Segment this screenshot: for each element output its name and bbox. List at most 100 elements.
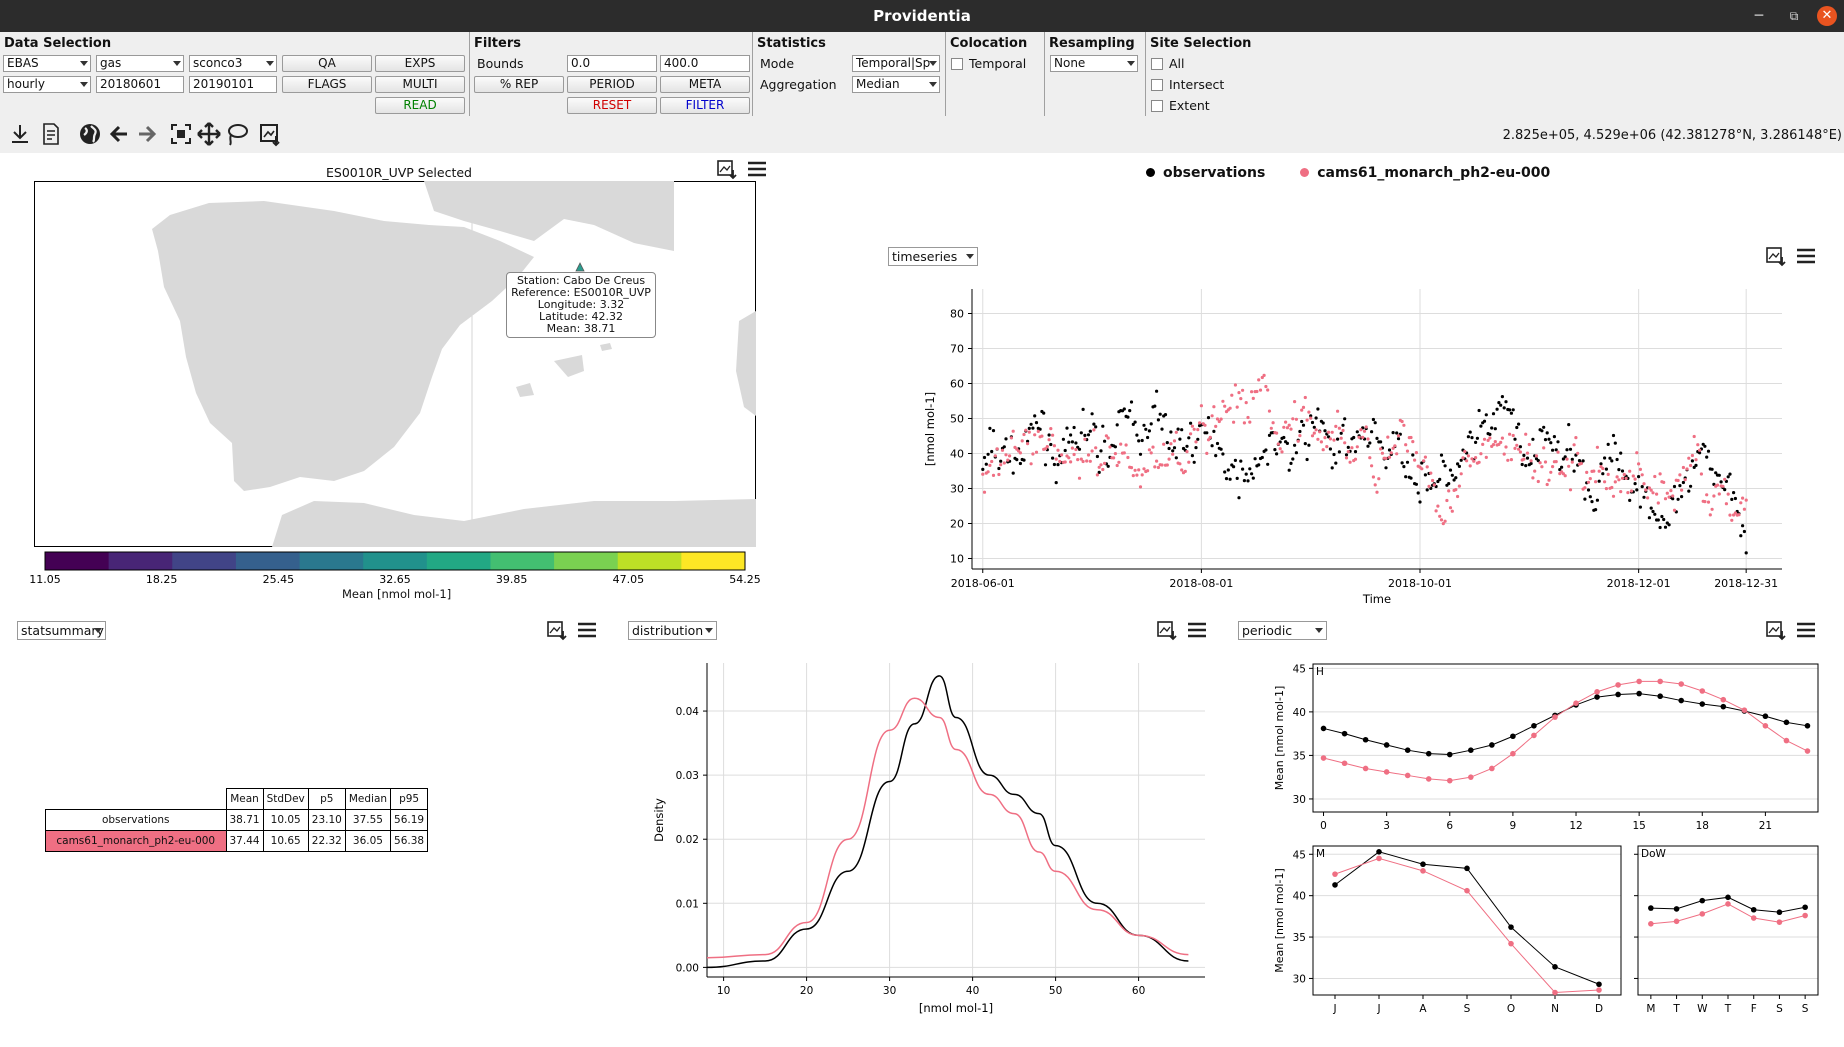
periodic-month-point bbox=[1332, 871, 1338, 877]
periodic-hour-x-tick-label: 15 bbox=[1632, 820, 1645, 832]
timeseries-point bbox=[1332, 452, 1336, 457]
periodic-hour-point bbox=[1383, 742, 1390, 748]
end-date-input[interactable]: 20190101 bbox=[189, 76, 277, 93]
map-menu-icon[interactable] bbox=[745, 158, 769, 180]
periodic-hour-point bbox=[1362, 765, 1369, 772]
read-button[interactable]: READ bbox=[375, 97, 465, 114]
close-button[interactable]: ✕ bbox=[1817, 6, 1837, 26]
timeseries-point bbox=[1651, 491, 1655, 495]
periodic-dow-panel-label: DoW bbox=[1641, 848, 1667, 860]
timeseries-point bbox=[1194, 440, 1198, 444]
reset-button[interactable]: RESET bbox=[567, 97, 657, 114]
site-extent-checkbox[interactable] bbox=[1151, 100, 1163, 112]
start-date-input[interactable]: 20180601 bbox=[96, 76, 184, 93]
periodic-hour-y-tick-label: 40 bbox=[1293, 707, 1306, 719]
distribution-save-figure-icon[interactable] bbox=[1155, 619, 1179, 641]
timeseries-point bbox=[1495, 407, 1499, 411]
timeseries-point bbox=[1022, 432, 1026, 437]
globe-icon[interactable] bbox=[76, 120, 104, 148]
period-button[interactable]: PERIOD bbox=[567, 76, 657, 93]
timeseries-point bbox=[1723, 488, 1727, 492]
qa-button[interactable]: QA bbox=[282, 55, 372, 72]
timeseries-menu-icon[interactable] bbox=[1794, 245, 1818, 267]
periodic-hour-point bbox=[1594, 689, 1600, 695]
timeseries-point bbox=[1370, 430, 1374, 434]
bound-high-input[interactable]: 400.0 bbox=[660, 55, 750, 72]
timeseries-point bbox=[1162, 442, 1166, 446]
periodic-menu-icon[interactable] bbox=[1794, 619, 1818, 641]
rep-button[interactable]: % REP bbox=[474, 76, 564, 93]
distribution-menu-icon[interactable] bbox=[1185, 619, 1209, 641]
back-arrow-icon[interactable] bbox=[105, 120, 133, 148]
matrix-combo[interactable]: gas bbox=[96, 55, 184, 72]
bound-low-input[interactable]: 0.0 bbox=[567, 55, 657, 72]
timeseries-point bbox=[1056, 463, 1060, 467]
timeseries-point bbox=[1052, 444, 1056, 448]
timeseries-point bbox=[1095, 473, 1099, 477]
aggregation-combo[interactable]: Median bbox=[852, 76, 940, 93]
zoom-icon[interactable] bbox=[167, 120, 195, 148]
distribution-chart[interactable]: 0.00 0.01 0.02 0.03 0.04 10 20 30 40 50 60 [nmol mo… bbox=[645, 655, 1225, 1025]
resampling-combo[interactable]: None bbox=[1050, 55, 1138, 72]
report-icon[interactable] bbox=[37, 120, 65, 148]
timeseries-point bbox=[1174, 430, 1178, 434]
download-icon[interactable] bbox=[6, 120, 34, 148]
periodic-selector[interactable]: periodic bbox=[1238, 621, 1327, 640]
periodic-chart[interactable]: 30 35 40 45 H 0 3 6 9 12 15 18 21 Mean [nmol mol-1] 30… bbox=[1250, 655, 1844, 1047]
timeseries-point bbox=[1705, 455, 1709, 459]
timeseries-point bbox=[1610, 459, 1614, 463]
timeseries-selector[interactable]: timeseries bbox=[888, 247, 978, 266]
timeseries-point bbox=[1642, 482, 1646, 486]
timeseries-point bbox=[984, 462, 988, 466]
timeseries-point bbox=[1511, 408, 1515, 412]
timeseries-point bbox=[1579, 461, 1583, 466]
species-combo[interactable]: sconco3 bbox=[189, 55, 277, 72]
periodic-save-figure-icon[interactable] bbox=[1764, 619, 1788, 641]
periodic-month-x-tick-label: S bbox=[1464, 1003, 1471, 1015]
timeseries-save-figure-icon[interactable] bbox=[1764, 245, 1788, 267]
lasso-icon[interactable] bbox=[223, 120, 251, 148]
statsummary-menu-icon[interactable] bbox=[575, 619, 599, 641]
temporal-checkbox[interactable] bbox=[951, 58, 963, 70]
network-combo[interactable]: EBAS bbox=[3, 55, 91, 72]
site-intersect-checkbox[interactable] bbox=[1151, 79, 1163, 91]
stats-table: Mean StdDev p5 Median p95 observations 3… bbox=[45, 788, 429, 852]
statsummary-selector[interactable]: statsummary bbox=[17, 621, 106, 640]
distribution-selector[interactable]: distribution bbox=[628, 621, 717, 640]
maximize-button[interactable]: ⧉ bbox=[1784, 6, 1804, 26]
colorbar-tick-label: 32.65 bbox=[379, 573, 411, 586]
timeseries-point bbox=[1149, 451, 1153, 455]
timeseries-point bbox=[1411, 453, 1415, 457]
statsummary-save-figure-icon[interactable] bbox=[545, 619, 569, 641]
timeseries-point bbox=[1129, 466, 1134, 470]
periodic-hour-point bbox=[1783, 737, 1790, 744]
timeseries-point bbox=[1586, 480, 1591, 484]
timeseries-point bbox=[1414, 451, 1418, 455]
timeseries-point bbox=[1269, 426, 1273, 430]
distribution-x-tick-label: 50 bbox=[1049, 985, 1062, 997]
multi-button[interactable]: MULTI bbox=[375, 76, 465, 93]
exps-button[interactable]: EXPS bbox=[375, 55, 465, 72]
timeseries-point bbox=[1373, 483, 1377, 487]
minimize-button[interactable]: ─ bbox=[1749, 6, 1769, 26]
timeseries-point bbox=[1690, 459, 1694, 463]
periodic-dow-point bbox=[1699, 911, 1706, 917]
site-all-checkbox[interactable] bbox=[1151, 58, 1163, 70]
distribution-x-tick-label: 20 bbox=[800, 985, 813, 997]
timeseries-point bbox=[1361, 435, 1365, 439]
resolution-combo[interactable]: hourly bbox=[3, 76, 91, 93]
forward-arrow-icon[interactable] bbox=[133, 120, 161, 148]
flags-button[interactable]: FLAGS bbox=[282, 76, 372, 93]
pan-icon[interactable] bbox=[195, 120, 223, 148]
timeseries-point bbox=[1601, 472, 1605, 476]
meta-button[interactable]: META bbox=[660, 76, 750, 93]
timeseries-point bbox=[1199, 404, 1203, 408]
map-view[interactable] bbox=[34, 181, 756, 547]
timeseries-point bbox=[1208, 435, 1212, 439]
save-figure-icon[interactable] bbox=[256, 120, 284, 148]
filter-button[interactable]: FILTER bbox=[660, 97, 750, 114]
map-save-figure-icon[interactable] bbox=[715, 158, 739, 180]
mode-combo[interactable]: Temporal|Sp bbox=[852, 55, 940, 72]
timeseries-point bbox=[1592, 469, 1596, 473]
timeseries-chart[interactable]: 10 20 30 40 50 60 70 80 2018-06-01 2018-08-01 2018… bbox=[920, 285, 1844, 615]
